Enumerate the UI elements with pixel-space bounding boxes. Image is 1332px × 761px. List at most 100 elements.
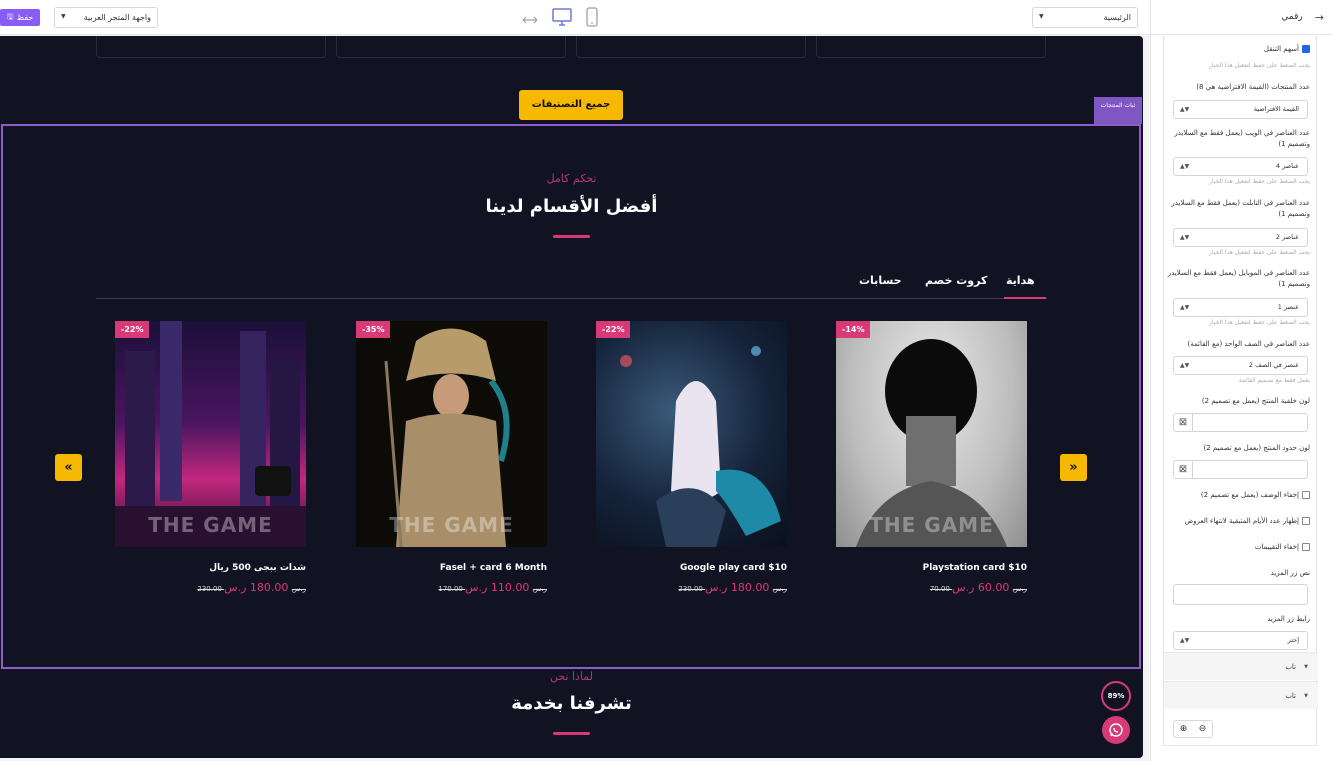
hide-ratings-checkbox[interactable] bbox=[1302, 543, 1310, 551]
tablet-items-label: عدد العناصر في التابلت (يعمل فقط مع السل… bbox=[1171, 199, 1310, 218]
discount-badge: -14% bbox=[836, 321, 871, 338]
new-price: 180.00 ر.س bbox=[705, 581, 770, 594]
watermark-text: THE GAME bbox=[389, 513, 514, 537]
settings-panel: أسهم التنقل يجب الضغط على حفظ لتفعيل هذا… bbox=[1163, 36, 1318, 746]
triangle-icon: ▼ bbox=[1304, 664, 1308, 670]
product-name[interactable]: Google play card $10 bbox=[596, 563, 787, 573]
nav-arrows-option[interactable]: أسهم التنقل bbox=[1264, 45, 1310, 53]
hint-text: يجب الضغط على حفظ لتفعيل هذا الخيار bbox=[1209, 62, 1310, 69]
products-count-value: القيمة الافتراضية bbox=[1253, 105, 1299, 113]
prev-card bbox=[96, 36, 326, 58]
scroll-progress-badge[interactable]: 89% bbox=[1101, 681, 1131, 711]
product-illustration bbox=[620, 346, 781, 547]
hide-desc-option[interactable]: إخفاء الوصف (يعمل مع تصميم 2) bbox=[1201, 491, 1310, 499]
color-swatch-icon[interactable]: ⊠ bbox=[1174, 414, 1193, 431]
mobile-items-value: 1 عنصر bbox=[1277, 303, 1299, 311]
hide-desc-checkbox[interactable] bbox=[1302, 491, 1310, 499]
show-days-label: إظهار عدد الأيام المتبقية لانتهاء العروض bbox=[1184, 517, 1299, 525]
product-image[interactable]: -22% THE GAME bbox=[115, 321, 306, 547]
row-items-value: 2 عنصر في الصف bbox=[1248, 361, 1299, 369]
products-count-select[interactable]: ▲▼ القيمة الافتراضية bbox=[1173, 100, 1308, 119]
desktop-icon[interactable] bbox=[552, 8, 572, 30]
hint-text: يجب الضغط على حفظ لتفعيل هذا الخيار bbox=[1209, 249, 1310, 256]
product-name[interactable]: شدات ببجى 500 ريال bbox=[115, 563, 306, 573]
accordion-tab[interactable]: ▼ تاب bbox=[1164, 681, 1318, 709]
device-switcher bbox=[522, 7, 598, 31]
row-items-select[interactable]: ▲▼ 2 عنصر في الصف bbox=[1173, 356, 1308, 375]
slider-prev-button[interactable]: « bbox=[55, 454, 82, 481]
discount-badge: -22% bbox=[596, 321, 631, 338]
more-link-value: إختر bbox=[1287, 636, 1299, 644]
title-underline bbox=[553, 732, 590, 735]
updown-icon: ▲▼ bbox=[1180, 304, 1190, 311]
hide-desc-label: إخفاء الوصف (يعمل مع تصميم 2) bbox=[1200, 491, 1299, 499]
tab-discount-cards[interactable]: كروت خصم bbox=[925, 274, 987, 287]
active-tab-indicator bbox=[1004, 297, 1046, 299]
add-icon[interactable]: ⊕ bbox=[1180, 724, 1188, 734]
more-text-label: نص زر المزيد bbox=[1270, 569, 1310, 577]
hide-ratings-label: إخفاء التقييمات bbox=[1254, 543, 1299, 551]
row-items-label: عدد العناصر في الصف الواحد (مع القائمة) bbox=[1187, 340, 1310, 348]
show-days-checkbox[interactable] bbox=[1302, 517, 1310, 525]
product-name[interactable]: Playstation card $10 bbox=[836, 563, 1027, 573]
product-card[interactable]: -35% THE GAME Fasel + card 6 Month 170.0… bbox=[356, 321, 547, 594]
row-items-hint: يعمل فقط مع تصميم القائمة bbox=[1238, 377, 1310, 384]
remove-icon[interactable]: ⊖ bbox=[1199, 724, 1207, 734]
editor-toolbar: 🖫 حفظ ▼ واجهة المتجر العربية ▼ الرئيسية bbox=[0, 0, 1150, 35]
caret-down-icon: ▼ bbox=[1039, 13, 1044, 20]
product-card[interactable]: -14% THE GAME Playstation card $10 70.00… bbox=[836, 321, 1027, 594]
section-side-tag[interactable]: ثبات المنتجات bbox=[1094, 97, 1142, 124]
triangle-icon: ▼ bbox=[1304, 693, 1308, 699]
updown-icon: ▲▼ bbox=[1180, 362, 1190, 369]
product-price: 230.00 ر.س 180.00 ر.س bbox=[115, 581, 306, 594]
nav-arrows-checkbox[interactable] bbox=[1302, 45, 1310, 53]
prev-card bbox=[576, 36, 806, 58]
whatsapp-button[interactable] bbox=[1102, 716, 1130, 744]
product-image[interactable]: -14% THE GAME bbox=[836, 321, 1027, 547]
prev-card bbox=[816, 36, 1046, 58]
store-select[interactable]: ▼ واجهة المتجر العربية bbox=[54, 7, 158, 28]
page-select[interactable]: ▼ الرئيسية bbox=[1032, 7, 1138, 28]
mobile-icon[interactable] bbox=[586, 7, 598, 31]
web-items-select[interactable]: ▲▼ 4 عناصر bbox=[1173, 157, 1308, 176]
save-icon: 🖫 bbox=[6, 11, 14, 21]
tab-gifts[interactable]: هداية bbox=[1006, 274, 1035, 287]
products-count-label: عدد المنتجات (القيمة الافتراضية هي 8) bbox=[1196, 83, 1310, 91]
slider-next-button[interactable]: » bbox=[1060, 454, 1087, 481]
sidebar-header: رقمي → bbox=[1151, 0, 1332, 35]
save-button[interactable]: 🖫 حفظ bbox=[0, 9, 40, 26]
caret-down-icon: ▼ bbox=[61, 13, 66, 20]
product-price: 170.00 ر.س 110.00 ر.س bbox=[356, 581, 547, 594]
store-preview: جميع التصنيفات ثبات المنتجات تحكم كامل أ… bbox=[0, 36, 1143, 758]
back-arrow-icon[interactable]: → bbox=[1315, 11, 1324, 24]
show-days-option[interactable]: إظهار عدد الأيام المتبقية لانتهاء العروض bbox=[1185, 517, 1310, 525]
section-subtitle: تحكم كامل bbox=[546, 172, 597, 185]
product-image[interactable]: -35% THE GAME bbox=[356, 321, 547, 547]
mobile-items-select[interactable]: ▲▼ 1 عنصر bbox=[1173, 298, 1308, 317]
all-categories-button[interactable]: جميع التصنيفات bbox=[519, 90, 623, 120]
tabs-divider bbox=[96, 298, 1047, 299]
tab-accounts[interactable]: حسابات bbox=[859, 274, 902, 287]
product-name[interactable]: Fasel + card 6 Month bbox=[356, 563, 547, 573]
border-color-picker[interactable]: ⊠ bbox=[1173, 460, 1308, 479]
add-remove-controls: ⊕ ⊖ bbox=[1173, 720, 1213, 738]
color-swatch-icon[interactable]: ⊠ bbox=[1174, 461, 1193, 478]
more-link-select[interactable]: ▲▼ إختر bbox=[1173, 631, 1308, 650]
product-card[interactable]: -22% THE GAME شدات ببجى 500 ريال 230.00 … bbox=[115, 321, 306, 594]
watermark-text: THE GAME bbox=[869, 513, 994, 537]
next-section-title: تشرفنا بخدمة bbox=[511, 693, 632, 714]
hide-ratings-option[interactable]: إخفاء التقييمات bbox=[1255, 543, 1310, 551]
bg-color-picker[interactable]: ⊠ bbox=[1173, 413, 1308, 432]
updown-icon: ▲▼ bbox=[1180, 106, 1190, 113]
product-card[interactable]: -22% Google play card $10 230.00 ر.س 180… bbox=[596, 321, 787, 594]
whatsapp-icon bbox=[1109, 723, 1123, 737]
accordion-tab[interactable]: ▼ تاب bbox=[1164, 652, 1318, 680]
tablet-items-select[interactable]: ▲▼ 2 عناصر bbox=[1173, 228, 1308, 247]
more-text-input[interactable] bbox=[1173, 584, 1308, 605]
save-label: حفظ bbox=[16, 13, 34, 22]
web-items-label: عدد العناصر في الويب (يعمل فقط مع السلاي… bbox=[1174, 129, 1310, 148]
product-image[interactable]: -22% bbox=[596, 321, 787, 547]
nav-arrows-label: أسهم التنقل bbox=[1263, 45, 1299, 53]
updown-icon: ▲▼ bbox=[1180, 234, 1190, 241]
resize-icon[interactable] bbox=[522, 10, 538, 29]
